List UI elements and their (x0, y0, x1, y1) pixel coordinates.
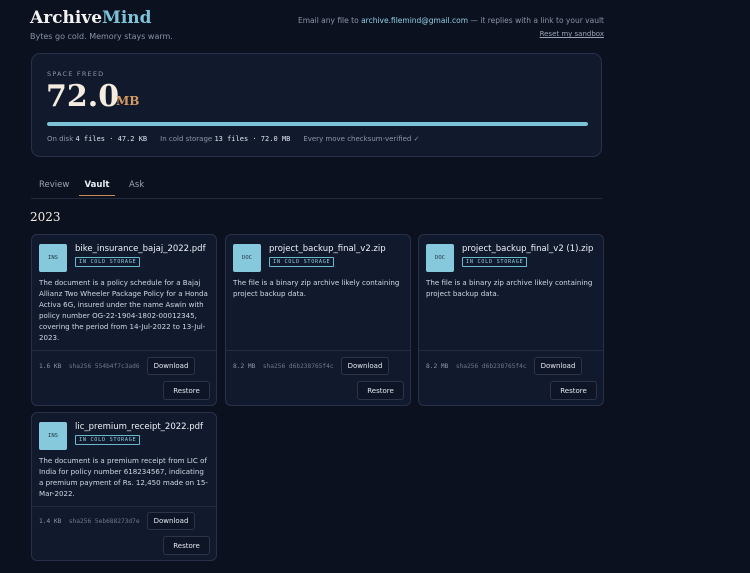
file-name[interactable]: bike_insurance_bajaj_2022.pdf (75, 244, 215, 254)
download-button[interactable]: Download (147, 357, 195, 375)
download-button[interactable]: Download (147, 512, 195, 530)
on-disk-value: 4 files · 47.2 KB (75, 135, 148, 143)
space-freed-unit: MB (116, 94, 140, 108)
restore-button[interactable]: Restore (163, 536, 210, 555)
file-description: The document is a policy schedule for a … (39, 278, 208, 342)
progress-fill (47, 122, 588, 126)
file-description: The file is a binary zip archive likely … (426, 278, 593, 298)
email-suffix: — it replies with a link to your vault (468, 16, 604, 25)
file-size-hash: 8.2 MB sha256 d6b238765f4c (233, 363, 334, 370)
on-disk-label: On disk (47, 135, 74, 143)
progress-bar (47, 122, 588, 126)
file-size: 1.4 KB (39, 518, 62, 525)
email-instructions: Email any file to archive.filemind@gmail… (298, 16, 604, 25)
storage-summary: On disk 4 files · 47.2 KB In cold storage… (47, 135, 419, 143)
file-size-hash: 1.6 KB sha256 554b4f7c3ad6 (39, 363, 140, 370)
file-description: The document is a premium receipt from L… (39, 456, 208, 498)
checksum-note: Every move checksum-verified ✓ (303, 135, 420, 143)
restore-button[interactable]: Restore (357, 381, 404, 400)
file-hash: sha256 d6b238765f4c (455, 363, 527, 370)
tab-bar: Review Vault Ask (31, 176, 602, 199)
file-size-hash: 8.2 MB sha256 d6b238765f4c (426, 363, 527, 370)
tab-review[interactable]: Review (39, 180, 69, 195)
file-name[interactable]: project_backup_final_v2 (1).zip (462, 244, 602, 254)
file-hash: sha256 d6b238765f4c (262, 363, 334, 370)
file-description: The file is a binary zip archive likely … (233, 278, 400, 298)
file-hash: sha256 5eb688273d7e (68, 518, 140, 525)
file-card: INS lic_premium_receipt_2022.pdf IN COLD… (31, 412, 217, 561)
file-size: 8.2 MB (426, 363, 449, 370)
tab-vault[interactable]: Vault (79, 180, 115, 196)
file-card: INS bike_insurance_bajaj_2022.pdf IN COL… (31, 234, 217, 406)
file-type-badge: INS (39, 244, 67, 272)
file-card: DOC project_backup_final_v2 (1).zip IN C… (418, 234, 604, 406)
cold-storage-value: 13 files · 72.0 MB (214, 135, 291, 143)
status-badge: IN COLD STORAGE (269, 257, 335, 267)
file-size: 1.6 KB (39, 363, 62, 370)
restore-button[interactable]: Restore (550, 381, 597, 400)
year-heading: 2023 (30, 210, 61, 224)
file-type-badge: INS (39, 422, 67, 450)
file-hash: sha256 554b4f7c3ad6 (68, 363, 140, 370)
brand-accent: Mind (102, 8, 152, 28)
file-name[interactable]: lic_premium_receipt_2022.pdf (75, 422, 215, 432)
status-badge: IN COLD STORAGE (75, 257, 141, 267)
status-badge: IN COLD STORAGE (462, 257, 528, 267)
file-type-badge: DOC (426, 244, 454, 272)
tagline: Bytes go cold. Memory stays warm. (30, 32, 173, 41)
email-prefix: Email any file to (297, 16, 362, 25)
file-size: 8.2 MB (233, 363, 256, 370)
file-size-hash: 1.4 KB sha256 5eb688273d7e (39, 518, 140, 525)
email-address[interactable]: archive.filemind@gmail.com (361, 16, 468, 25)
file-card: DOC project_backup_final_v2.zip IN COLD … (225, 234, 411, 406)
space-freed-panel: SPACE FREED 72.0 MB On disk 4 files · 47… (31, 53, 602, 157)
cold-storage-label: In cold storage (160, 135, 213, 143)
space-freed-label: SPACE FREED (47, 70, 105, 78)
brand-main: Archive (30, 8, 103, 28)
status-badge: IN COLD STORAGE (75, 435, 141, 445)
reset-sandbox-link[interactable]: Reset my sandbox (540, 30, 604, 38)
app-logo[interactable]: ArchiveMind (30, 8, 152, 28)
download-button[interactable]: Download (341, 357, 389, 375)
download-button[interactable]: Download (534, 357, 582, 375)
restore-button[interactable]: Restore (163, 381, 210, 400)
space-freed-value: 72.0 (46, 79, 120, 114)
file-type-badge: DOC (233, 244, 261, 272)
tab-ask[interactable]: Ask (129, 180, 144, 195)
file-name[interactable]: project_backup_final_v2.zip (269, 244, 409, 254)
header: ArchiveMind Bytes go cold. Memory stays … (30, 8, 604, 48)
